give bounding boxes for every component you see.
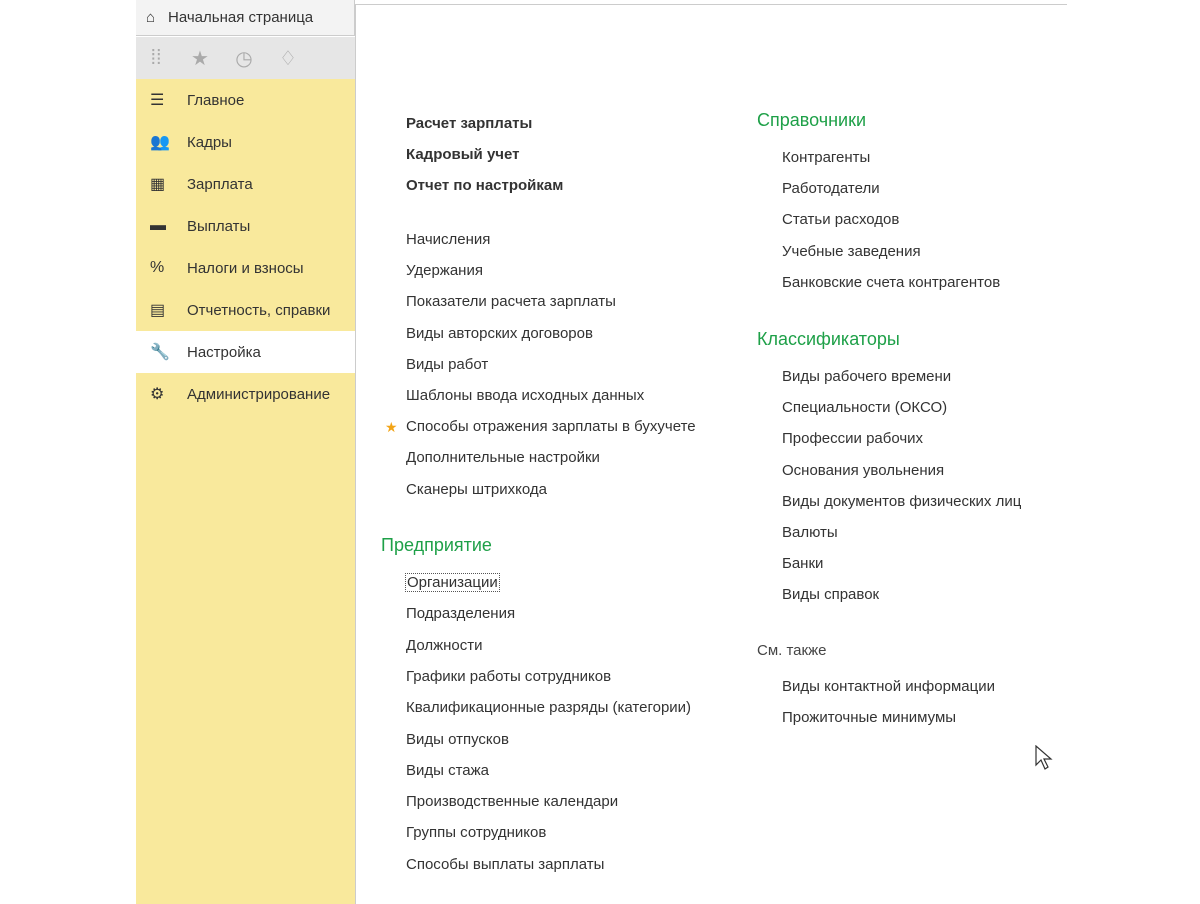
link-bold[interactable]: Расчет зарплаты — [406, 115, 532, 132]
link[interactable]: Виды рабочего времени — [782, 368, 951, 385]
link[interactable]: Способы отражения зарплаты в бухучете — [406, 418, 696, 435]
tab-home-label: Начальная страница — [168, 9, 314, 26]
link[interactable]: Виды отпусков — [406, 731, 509, 748]
link[interactable]: Графики работы сотрудников — [406, 668, 611, 685]
sidebar-item-5[interactable]: ▤ Отчетность, справки — [136, 289, 355, 331]
reports-icon: ▤ — [150, 302, 166, 319]
link[interactable]: Банковские счета контрагентов — [782, 274, 1000, 291]
link[interactable]: Дополнительные настройки — [406, 449, 600, 466]
link[interactable]: Должности — [406, 637, 483, 654]
toolbar: ⁞⁞ ★ ◷ ♢ — [136, 37, 355, 79]
sidebar-item-1[interactable]: 👥 Кадры — [136, 121, 355, 163]
sidebar-item-label: Отчетность, справки — [187, 301, 331, 319]
history-icon[interactable]: ◷ — [232, 46, 256, 71]
link[interactable]: Шаблоны ввода исходных данных — [406, 387, 644, 404]
link[interactable]: Виды документов физических лиц — [782, 493, 1021, 510]
link[interactable]: Виды справок — [782, 586, 879, 603]
link[interactable]: Специальности (ОКСО) — [782, 399, 947, 416]
sidebar-item-label: Настройка — [187, 343, 261, 361]
link[interactable]: Виды работ — [406, 356, 488, 373]
link[interactable]: Профессии рабочих — [782, 430, 923, 447]
link[interactable]: Виды стажа — [406, 762, 489, 779]
link[interactable]: Банки — [782, 555, 823, 572]
favorites-star-icon[interactable]: ★ — [188, 46, 212, 71]
notifications-bell-icon[interactable]: ♢ — [276, 46, 300, 71]
link[interactable]: Сканеры штрихкода — [406, 481, 547, 498]
link[interactable]: Работодатели — [782, 180, 880, 197]
section-see-also-title: См. также — [757, 642, 827, 659]
sidebar-item-3[interactable]: ▬ Выплаты — [136, 205, 355, 247]
link-bold[interactable]: Кадровый учет — [406, 146, 520, 163]
link[interactable]: Контрагенты — [782, 149, 870, 166]
link[interactable]: Валюты — [782, 524, 838, 541]
link[interactable]: Показатели расчета зарплаты — [406, 293, 616, 310]
sidebar-item-label: Выплаты — [187, 217, 251, 235]
link[interactable]: Удержания — [406, 262, 483, 279]
link[interactable]: Подразделения — [406, 605, 515, 622]
tab-home[interactable]: ⌂ Начальная страница — [136, 0, 355, 36]
calculator-icon: ▦ — [150, 176, 166, 193]
gear-icon: ⚙ — [150, 386, 165, 403]
link[interactable]: Учебные заведения — [782, 243, 921, 260]
menu-icon: ☰ — [150, 92, 165, 109]
sidebar-item-label: Зарплата — [187, 175, 253, 193]
sidebar-item-0[interactable]: ☰ Главное — [136, 79, 355, 121]
section-classifiers-title: Классификаторы — [757, 329, 900, 349]
sidebar: ☰ Главное 👥 Кадры ▦ Зарплата ▬ Выплаты% Налоги и… — [136, 79, 355, 904]
mouse-cursor-icon — [1035, 745, 1053, 770]
link[interactable]: Производственные календари — [406, 793, 618, 810]
link[interactable]: Виды авторских договоров — [406, 325, 593, 342]
sidebar-item-4[interactable]: % Налоги и взносы — [136, 247, 355, 289]
sidebar-item-6[interactable]: 🔧 Настройка — [136, 331, 355, 373]
section-enterprise-title: Предприятие — [381, 535, 492, 555]
apps-grid-icon[interactable]: ⁞⁞ — [144, 47, 168, 70]
users-icon: 👥 — [150, 134, 170, 151]
home-icon: ⌂ — [146, 9, 156, 26]
favorite-star-icon[interactable]: ★ — [385, 419, 398, 436]
link[interactable]: Группы сотрудников — [406, 824, 546, 841]
link[interactable]: Организации — [405, 573, 500, 592]
sidebar-item-label: Главное — [187, 91, 245, 109]
link[interactable]: Способы выплаты зарплаты — [406, 856, 604, 873]
link[interactable]: Квалификационные разряды (категории) — [406, 699, 691, 716]
link[interactable]: Статьи расходов — [782, 211, 899, 228]
wrench-icon: 🔧 — [150, 344, 170, 361]
sidebar-item-label: Администрирование — [187, 385, 331, 403]
sidebar-item-label: Кадры — [187, 133, 232, 151]
section-directories-title: Справочники — [757, 110, 867, 130]
sidebar-item-label: Налоги и взносы — [187, 259, 304, 277]
link-bold[interactable]: Отчет по настройкам — [406, 177, 563, 194]
link[interactable]: Виды контактной информации — [782, 678, 995, 695]
percent-icon: % — [150, 259, 165, 276]
link[interactable]: Начисления — [406, 231, 490, 248]
link[interactable]: Прожиточные минимумы — [782, 709, 956, 726]
sidebar-item-2[interactable]: ▦ Зарплата — [136, 163, 355, 205]
card-icon: ▬ — [150, 217, 166, 234]
sidebar-item-7[interactable]: ⚙ Администрирование — [136, 373, 355, 415]
link[interactable]: Основания увольнения — [782, 462, 944, 479]
